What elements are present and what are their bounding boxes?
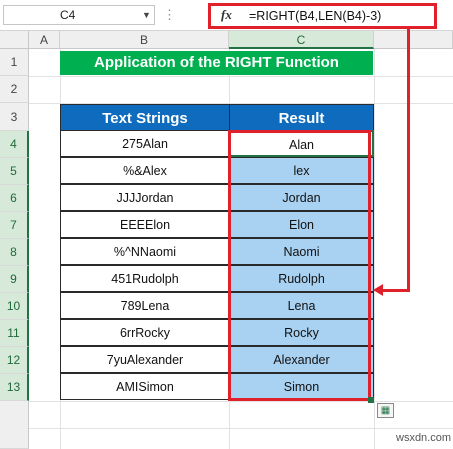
text-string-cell[interactable]: 789Lena <box>60 292 230 319</box>
annotation-arrow-line <box>381 289 410 292</box>
row-header[interactable]: 5 <box>0 158 29 185</box>
text-string-cell[interactable]: EEEElon <box>60 211 230 238</box>
table-header-text-strings: Text Strings <box>60 104 230 131</box>
row-header[interactable]: 6 <box>0 185 29 212</box>
highlight-box <box>228 130 371 401</box>
chevron-down-icon[interactable]: ▼ <box>142 10 151 20</box>
text-string-cell[interactable]: 7yuAlexander <box>60 346 230 373</box>
watermark: wsxdn.com <box>396 432 452 444</box>
row-header[interactable]: 13 <box>0 374 29 401</box>
text-string-cell[interactable]: %&Alex <box>60 157 230 184</box>
row-header[interactable]: 12 <box>0 347 29 374</box>
row-header[interactable]: 11 <box>0 320 29 347</box>
column-header-c[interactable]: C <box>229 31 374 49</box>
text-string-cell[interactable]: 451Rudolph <box>60 265 230 292</box>
column-header-d[interactable] <box>374 31 453 49</box>
row-header[interactable]: 10 <box>0 293 29 320</box>
row-header[interactable]: 3 <box>0 103 29 131</box>
column-header-a[interactable]: A <box>29 31 60 49</box>
name-box[interactable]: C4 <box>3 5 155 25</box>
fill-handle[interactable] <box>368 397 374 403</box>
function-icon[interactable]: fx <box>221 7 232 23</box>
grid-line <box>29 76 453 77</box>
column-header-b[interactable]: B <box>60 31 229 49</box>
text-string-cell[interactable]: %^NNaomi <box>60 238 230 265</box>
title-banner: Application of the RIGHT Function <box>60 51 373 75</box>
row-header[interactable]: 8 <box>0 239 29 266</box>
text-string-cell[interactable]: 6rrRocky <box>60 319 230 346</box>
row-header[interactable]: 7 <box>0 212 29 239</box>
grid-line <box>374 49 375 449</box>
annotation-arrow-line <box>407 28 410 291</box>
text-string-cell[interactable]: AMISimon <box>60 373 230 400</box>
vertical-dots-icon[interactable]: ⋮ <box>163 7 177 23</box>
row-header[interactable]: 9 <box>0 266 29 293</box>
formula-text: =RIGHT(B4,LEN(B4)-3) <box>249 9 382 23</box>
grid-line <box>29 428 453 429</box>
grid-line <box>29 401 453 402</box>
quick-analysis-icon[interactable]: ▦ <box>377 403 394 418</box>
row-header-active[interactable]: 4 <box>0 131 29 158</box>
arrow-left-icon <box>373 284 383 296</box>
formula-bar: C4 ▼ ⋮ fx =RIGHT(B4,LEN(B4)-3) <box>0 0 453 31</box>
formula-input[interactable]: fx =RIGHT(B4,LEN(B4)-3) <box>208 3 437 29</box>
text-string-cell[interactable]: JJJJordan <box>60 184 230 211</box>
select-all-corner[interactable] <box>0 31 29 49</box>
text-string-cell[interactable]: 275Alan <box>60 130 230 157</box>
row-header[interactable]: 1 <box>0 49 29 76</box>
row-header-empty <box>0 401 29 449</box>
row-header[interactable]: 2 <box>0 76 29 103</box>
table-header-result: Result <box>229 104 374 131</box>
